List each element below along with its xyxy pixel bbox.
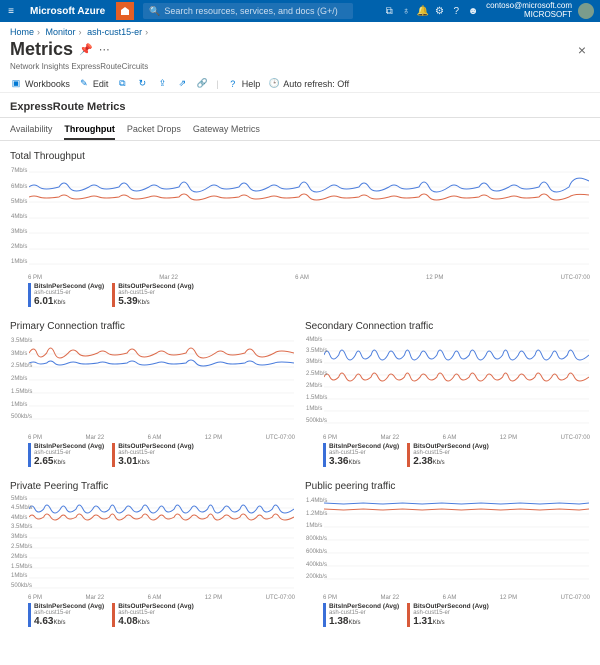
tab-availability[interactable]: Availability bbox=[10, 124, 52, 140]
directory-icon[interactable]: ♁ bbox=[399, 6, 413, 17]
help-button[interactable]: ?Help bbox=[227, 79, 261, 89]
account-org: MICROSOFT bbox=[486, 11, 572, 20]
legend-item-in[interactable]: BitsInPerSecond (Avg) ash-cust15-er 6.01… bbox=[28, 283, 104, 307]
pin-icon-2[interactable]: ⇪ bbox=[156, 78, 168, 89]
plot-area[interactable]: 7Mb/s 6Mb/s 5Mb/s 4Mb/s 3Mb/s 2Mb/s 1Mb/… bbox=[10, 164, 590, 274]
clock-icon: 🕒 bbox=[268, 78, 280, 89]
legend-item-out[interactable]: BitsOutPerSecond (Avg)ash-cust15-er1.31K… bbox=[407, 603, 489, 627]
legend-item-out[interactable]: BitsOutPerSecond (Avg)ash-cust15-er3.01K… bbox=[112, 443, 194, 467]
crumb-resource[interactable]: ash-cust15-er bbox=[87, 27, 142, 37]
close-icon[interactable]: × bbox=[578, 42, 590, 58]
chart-public-peering: Public peering traffic 1.4Mb/s 1.2Mb/s 1… bbox=[305, 475, 590, 627]
search-placeholder: Search resources, services, and docs (G+… bbox=[164, 6, 337, 16]
legend-item-in[interactable]: BitsInPerSecond (Avg)ash-cust15-er3.36Kb… bbox=[323, 443, 399, 467]
edit-button[interactable]: ✎Edit bbox=[78, 78, 109, 89]
legend-item-out[interactable]: BitsOutPerSecond (Avg)ash-cust15-er4.08K… bbox=[112, 603, 194, 627]
legend-item-in[interactable]: BitsInPerSecond (Avg)ash-cust15-er1.38Kb… bbox=[323, 603, 399, 627]
help-icon-2: ? bbox=[227, 79, 239, 89]
tab-packet-drops[interactable]: Packet Drops bbox=[127, 124, 181, 140]
auto-refresh-button[interactable]: 🕒Auto refresh: Off bbox=[268, 78, 349, 89]
page-title: Metrics bbox=[10, 39, 73, 60]
legend: BitsInPerSecond (Avg) ash-cust15-er 6.01… bbox=[10, 281, 590, 307]
legend-item-out[interactable]: BitsOutPerSecond (Avg) ash-cust15-er 5.3… bbox=[112, 283, 194, 307]
chart-total-throughput: Total Throughput 7Mb/s 6Mb/s 5Mb/s 4Mb/s… bbox=[10, 145, 590, 307]
legend-item-in[interactable]: BitsInPerSecond (Avg)ash-cust15-er4.63Kb… bbox=[28, 603, 104, 627]
feedback-icon[interactable]: ☻ bbox=[466, 6, 480, 17]
workbooks-button[interactable]: ▣Workbooks bbox=[10, 78, 70, 89]
tabs: Availability Throughput Packet Drops Gat… bbox=[0, 118, 600, 141]
section-title: ExpressRoute Metrics bbox=[0, 93, 600, 118]
xaxis: 6 PMMar 226 AM12 PMUTC-07:00 bbox=[10, 274, 590, 281]
settings-icon[interactable]: ⚙ bbox=[433, 6, 447, 17]
refresh-icon[interactable]: ↻ bbox=[136, 78, 148, 89]
open-icon[interactable]: ⧉ bbox=[116, 78, 128, 89]
crumb-home[interactable]: Home bbox=[10, 27, 34, 37]
chart-title: Total Throughput bbox=[10, 145, 590, 164]
tab-gateway-metrics[interactable]: Gateway Metrics bbox=[193, 124, 260, 140]
topbar-icons: ⧉ ♁ 🔔 ⚙ ? ☻ bbox=[382, 6, 480, 17]
azure-topbar: ≡ Microsoft Azure 🔍 Search resources, se… bbox=[0, 0, 600, 22]
hamburger-icon[interactable]: ≡ bbox=[0, 6, 22, 17]
home-tile-icon[interactable] bbox=[116, 2, 134, 20]
page-subtitle: Network Insights ExpressRouteCircuits bbox=[0, 62, 600, 75]
chart-secondary-connection: Secondary Connection traffic 4Mb/s 3.5Mb… bbox=[305, 315, 590, 467]
legend-item-in[interactable]: BitsInPerSecond (Avg)ash-cust15-er2.65Kb… bbox=[28, 443, 104, 467]
chart-primary-connection: Primary Connection traffic 3.5Mb/s 3Mb/s… bbox=[10, 315, 295, 467]
link-icon[interactable]: 🔗 bbox=[196, 78, 208, 89]
avatar[interactable] bbox=[578, 3, 594, 19]
chart-private-peering: Private Peering Traffic 5Mb/s 4.5Mb/s 4M… bbox=[10, 475, 295, 627]
account-block[interactable]: contoso@microsoft.com MICROSOFT bbox=[486, 2, 572, 20]
search-icon: 🔍 bbox=[149, 6, 160, 17]
cloud-shell-icon[interactable]: ⧉ bbox=[382, 6, 396, 17]
workbooks-icon: ▣ bbox=[10, 78, 22, 89]
legend-item-out[interactable]: BitsOutPerSecond (Avg)ash-cust15-er2.38K… bbox=[407, 443, 489, 467]
breadcrumb: Home› Monitor› ash-cust15-er› bbox=[0, 22, 600, 39]
pin-icon[interactable]: 📌 bbox=[79, 43, 93, 56]
tab-throughput[interactable]: Throughput bbox=[64, 124, 114, 140]
share-icon[interactable]: ⇗ bbox=[176, 78, 188, 89]
more-icon[interactable]: ⋯ bbox=[99, 43, 110, 56]
toolbar: ▣Workbooks ✎Edit ⧉ ↻ ⇪ ⇗ 🔗 | ?Help 🕒Auto… bbox=[0, 75, 600, 93]
edit-icon: ✎ bbox=[78, 78, 90, 89]
global-search[interactable]: 🔍 Search resources, services, and docs (… bbox=[143, 3, 353, 19]
crumb-monitor[interactable]: Monitor bbox=[46, 27, 76, 37]
help-icon[interactable]: ? bbox=[449, 6, 463, 17]
brand[interactable]: Microsoft Azure bbox=[22, 6, 113, 17]
notifications-icon[interactable]: 🔔 bbox=[416, 6, 430, 17]
